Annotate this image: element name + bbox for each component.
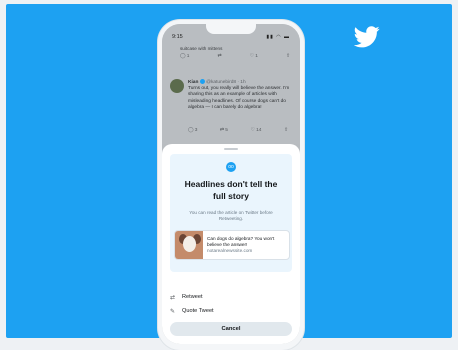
retweet-icon[interactable]: ⇄ 5 xyxy=(220,128,228,133)
phone-frame: 9:15 ▮▮ ◠ ▬ suitcase with mittens ◯ 1 ⇄ … xyxy=(158,20,304,350)
previous-tweet-actions: ◯ 1 ⇄ ♡ 1 ⇧ xyxy=(180,54,290,59)
timeline-dimmed: 9:15 ▮▮ ◠ ▬ suitcase with mittens ◯ 1 ⇄ … xyxy=(162,24,300,144)
share-icon[interactable]: ⇧ xyxy=(286,54,290,59)
previous-tweet-text: suitcase with mittens xyxy=(180,46,223,51)
headline-warning-card: oo Headlines don't tell the full story Y… xyxy=(170,154,292,272)
article-preview[interactable]: Can dogs do algebra? You won't believe t… xyxy=(174,230,290,260)
article-preview-text: Can dogs do algebra? You won't believe t… xyxy=(207,236,287,255)
warning-subtext: You can read the article on Twitter befo… xyxy=(189,210,273,222)
warning-headline: Headlines don't tell the full story xyxy=(184,179,278,201)
pencil-icon: ✎ xyxy=(170,308,176,315)
article-url: notarealnewssite.com xyxy=(207,248,253,254)
like-icon[interactable]: ♡ 1 xyxy=(250,54,258,59)
tweet-actions: ◯ 3 ⇄ 5 ♡ 14 ⇧ xyxy=(188,128,288,133)
quote-tweet-label: Quote Tweet xyxy=(182,308,214,314)
retweet-label: Retweet xyxy=(182,294,203,300)
action-sheet: oo Headlines don't tell the full story Y… xyxy=(162,144,300,344)
status-icons: ▮▮ ◠ ▬ xyxy=(266,34,290,40)
screenshot-canvas: 9:15 ▮▮ ◠ ▬ suitcase with mittens ◯ 1 ⇄ … xyxy=(0,0,458,350)
verified-badge-icon xyxy=(199,79,205,84)
sheet-grabber[interactable] xyxy=(224,148,238,150)
reply-icon[interactable]: ◯ 1 xyxy=(180,54,189,59)
avatar[interactable] xyxy=(170,79,184,93)
twitter-bird-icon xyxy=(354,26,380,48)
reply-icon[interactable]: ◯ 3 xyxy=(188,128,197,133)
phone-notch xyxy=(206,24,256,34)
tweet-author-name[interactable]: Kian xyxy=(188,80,198,85)
share-icon[interactable]: ⇧ xyxy=(284,128,288,133)
retweet-icon: ⇄ xyxy=(170,294,176,301)
tweet-handle: @katunebird8 · 1h xyxy=(206,79,246,85)
article-title: Can dogs do algebra? You won't believe t… xyxy=(207,236,275,248)
retweet-option[interactable]: ⇄ Retweet xyxy=(170,290,292,304)
phone-screen: 9:15 ▮▮ ◠ ▬ suitcase with mittens ◯ 1 ⇄ … xyxy=(162,24,300,344)
retweet-icon[interactable]: ⇄ xyxy=(217,54,221,59)
cancel-button[interactable]: Cancel xyxy=(170,322,292,336)
tweet-text: Turns out, you really will believe the a… xyxy=(188,86,290,110)
tweet-body: Kian @katunebird8 · 1h Turns out, you re… xyxy=(188,79,292,111)
article-thumbnail xyxy=(175,231,203,259)
info-icon: oo xyxy=(226,162,236,172)
status-time: 9:15 xyxy=(172,34,183,40)
like-icon[interactable]: ♡ 14 xyxy=(250,128,261,133)
quote-tweet-option[interactable]: ✎ Quote Tweet xyxy=(170,304,292,318)
